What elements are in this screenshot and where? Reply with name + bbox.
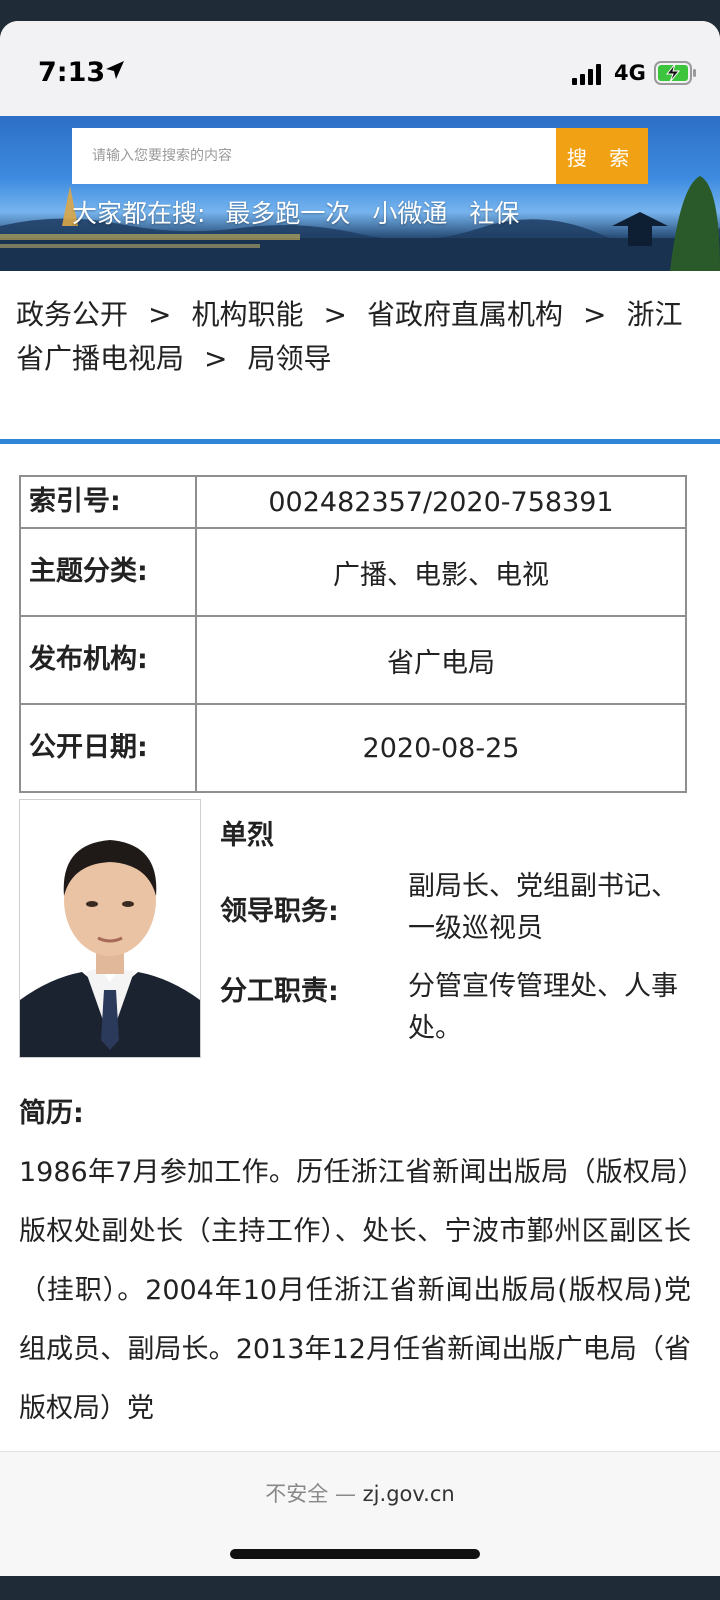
home-indicator[interactable] [230,1549,480,1559]
topic-value: 广播、电影、电视 [195,527,687,617]
status-time: 7:13 [38,57,106,88]
org-value: 省广电局 [195,615,687,705]
document-meta-table: 索引号: 002482357/2020-758391 主题分类: 广播、电影、电… [19,475,687,793]
signal-icon [572,63,606,85]
breadcrumb: 政务公开 > 机构职能 > 省政府直属机构 > 浙江省广播电视局 > 局领导 [16,293,706,381]
role-label: 领导职务: [220,896,339,927]
index-value: 002482357/2020-758391 [195,475,687,529]
duty-value: 分管宣传管理处、人事处。 [408,971,678,1044]
breadcrumb-current[interactable]: 局领导 [247,342,331,375]
hot-search-row: 大家都在搜: 最多跑一次 小微通 社保 [72,194,533,230]
table-row: 主题分类: 广播、电影、电视 [19,527,687,617]
insecure-label: 不安全 — [265,1482,356,1506]
status-bar: 7:13 4G [0,21,720,116]
network-type: 4G [614,61,646,85]
location-arrow-icon [106,61,124,79]
breadcrumb-separator: > [323,298,347,331]
hot-search-link[interactable]: 最多跑一次 [225,199,350,228]
table-row: 发布机构: 省广电局 [19,615,687,705]
duty-label: 分工职责: [220,976,339,1007]
breadcrumb-separator: > [204,342,228,375]
browser-address-bar[interactable]: 不安全 — zj.gov.cn [0,1451,720,1576]
device-frame-top [0,0,720,21]
hot-search-label: 大家都在搜: [72,199,206,228]
org-label: 发布机构: [19,615,197,705]
breadcrumb-separator: > [582,298,607,331]
resume-text: 1986年7月参加工作。历任浙江省新闻出版局（版权局）版权处副处长（主持工作）、… [19,1157,691,1424]
search-input[interactable] [72,128,556,184]
table-row: 索引号: 002482357/2020-758391 [19,475,687,529]
role-value: 副局长、党组副书记、一级巡视员 [408,871,678,944]
date-value: 2020-08-25 [195,703,687,793]
index-label: 索引号: [19,475,197,529]
section-divider [0,439,720,444]
header-banner: 搜 索 大家都在搜: 最多跑一次 小微通 社保 [0,116,720,271]
device-frame-bottom [0,1576,720,1600]
url-domain: zj.gov.cn [362,1482,455,1506]
leader-name: 单烈 [220,820,274,851]
hot-search-link[interactable]: 小微通 [372,199,447,228]
breadcrumb-separator: > [148,298,172,331]
topic-label: 主题分类: [19,527,197,617]
leader-photo [19,799,201,1058]
search-button[interactable]: 搜 索 [556,128,648,184]
breadcrumb-link[interactable]: 政务公开 [16,298,128,331]
phone-screen: 7:13 4G 搜 索 大家都在搜 [0,21,720,1576]
breadcrumb-link[interactable]: 省政府直属机构 [367,298,563,331]
hot-search-link[interactable]: 社保 [469,199,519,228]
date-label: 公开日期: [19,703,197,793]
breadcrumb-link[interactable]: 机构职能 [191,298,303,331]
resume-label: 简历: [19,1098,84,1129]
table-row: 公开日期: 2020-08-25 [19,703,687,793]
url-display[interactable]: 不安全 — zj.gov.cn [0,1478,720,1508]
battery-charging-icon [654,61,696,85]
